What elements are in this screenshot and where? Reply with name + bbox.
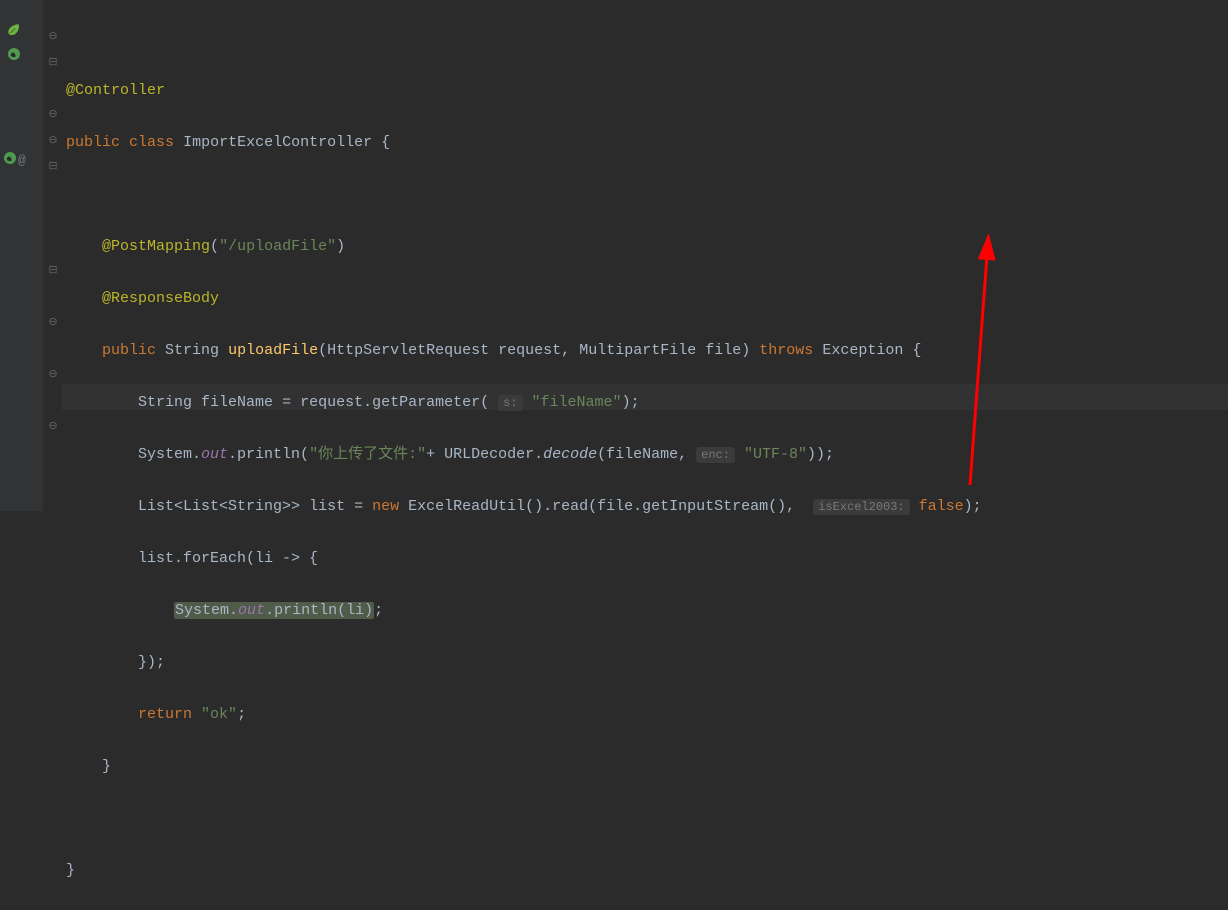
code-line: System.out.println(li); [66,598,1228,624]
fold-mark-icon[interactable]: ⊟ [48,154,58,164]
spring-bean-icon[interactable] [6,46,22,62]
fold-mark-icon[interactable]: ⊖ [48,310,58,320]
spring-bean-icon[interactable] [2,150,18,166]
param-hint: enc: [696,447,735,463]
code-line: }); [66,650,1228,676]
code-line: } [66,754,1228,780]
code-line: System.out.println("你上传了文件:"+ URLDecoder… [66,442,1228,468]
at-sign-icon[interactable]: @ [18,148,34,164]
code-line: public String uploadFile(HttpServletRequ… [66,338,1228,364]
code-line: @ResponseBody [66,286,1228,312]
param-hint: isExcel2003: [813,499,909,515]
fold-mark-icon[interactable]: ⊖ [48,128,58,138]
code-line: public class ImportExcelController { [66,130,1228,156]
code-line: @PostMapping("/uploadFile") [66,234,1228,260]
code-line: list.forEach(li -> { [66,546,1228,572]
param-hint: s: [498,395,522,411]
fold-mark-icon[interactable]: ⊟ [48,258,58,268]
code-line: String fileName = request.getParameter( … [66,390,1228,416]
code-line: return "ok"; [66,702,1228,728]
fold-mark-icon[interactable]: ⊟ [48,50,58,60]
gutter: @ [0,0,44,511]
fold-column: ⊖ ⊟ ⊖ ⊖ ⊟ ⊟ ⊖ ⊖ ⊖ [44,0,62,511]
code-area[interactable]: @Controller public class ImportExcelCont… [66,0,1228,910]
fold-mark-icon[interactable]: ⊖ [48,24,58,34]
code-line: } [66,858,1228,884]
fold-mark-icon[interactable]: ⊖ [48,414,58,424]
spring-leaf-icon[interactable] [6,22,22,38]
code-line: List<List<String>> list = new ExcelReadU… [66,494,1228,520]
code-line: @Controller [66,78,1228,104]
highlighted-code: System.out.println(li) [174,602,374,619]
fold-mark-icon[interactable]: ⊖ [48,102,58,112]
fold-mark-icon[interactable]: ⊖ [48,362,58,372]
